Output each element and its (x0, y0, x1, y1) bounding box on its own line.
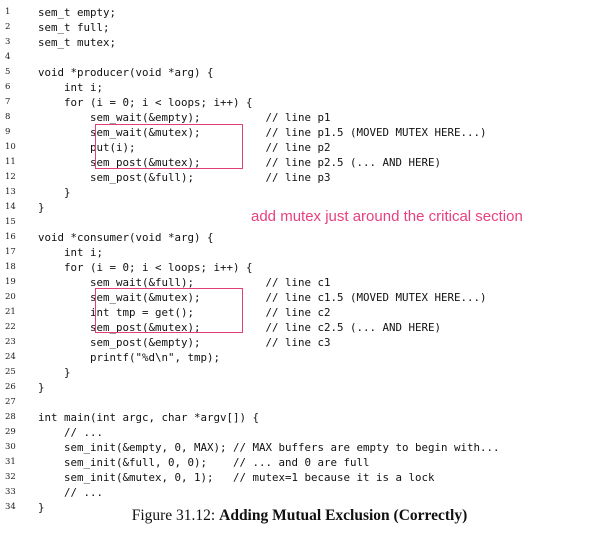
code-line: 8 sem_wait(&empty); // line p1 (0, 110, 599, 125)
code-line: 20 sem_wait(&mutex); // line c1.5 (MOVED… (0, 290, 599, 305)
code-line: 18 for (i = 0; i < loops; i++) { (0, 260, 599, 275)
code-text: sem_t full; (38, 21, 110, 34)
code-text: } (38, 366, 71, 379)
code-line: 2 sem_t full; (0, 20, 599, 35)
figure-label: Figure 31.12: (131, 507, 216, 524)
line-number: 23 (5, 337, 16, 347)
figure-caption: Figure 31.12: Adding Mutual Exclusion (C… (0, 507, 599, 525)
code-line: 5 void *producer(void *arg) { (0, 65, 599, 80)
code-text: // ... (38, 426, 104, 439)
code-line: 4 (0, 50, 599, 65)
line-number: 18 (5, 262, 16, 272)
code-line: 33 // ... (0, 485, 599, 500)
line-number: 21 (5, 307, 16, 317)
code-line: 29 // ... (0, 425, 599, 440)
code-line: 9 sem_wait(&mutex); // line p1.5 (MOVED … (0, 125, 599, 140)
code-line: 17 int i; (0, 245, 599, 260)
code-line: 16 void *consumer(void *arg) { (0, 230, 599, 245)
line-number: 30 (5, 442, 16, 452)
code-text: } (38, 186, 71, 199)
code-line: 1 sem_t empty; (0, 5, 599, 20)
code-text: int i; (38, 81, 104, 94)
line-number: 20 (5, 292, 16, 302)
code-text: printf("%d\n", tmp); (38, 351, 221, 364)
line-number: 9 (5, 127, 11, 137)
line-number: 14 (5, 202, 16, 212)
producer-critical-section-highlight (95, 124, 243, 169)
line-number: 25 (5, 367, 16, 377)
consumer-critical-section-highlight (95, 288, 243, 333)
line-number: 8 (5, 112, 11, 122)
figure-title: Adding Mutual Exclusion (Correctly) (219, 507, 468, 524)
line-number: 17 (5, 247, 16, 257)
line-number: 5 (5, 67, 11, 77)
line-number: 27 (5, 397, 16, 407)
code-line: 25 } (0, 365, 599, 380)
line-number: 2 (5, 22, 11, 32)
code-text: sem_wait(&empty); // line p1 (38, 111, 331, 124)
line-number: 12 (5, 172, 16, 182)
code-line: 26} (0, 380, 599, 395)
code-text: sem_t empty; (38, 6, 117, 19)
line-number: 13 (5, 187, 16, 197)
code-line: 27 (0, 395, 599, 410)
code-text: sem_t mutex; (38, 36, 117, 49)
code-text: sem_post(&empty); // line c3 (38, 336, 331, 349)
code-line: 13 } (0, 185, 599, 200)
code-line: 12 sem_post(&full); // line p3 (0, 170, 599, 185)
line-number: 7 (5, 97, 11, 107)
line-number: 4 (5, 52, 11, 62)
line-number: 11 (5, 157, 16, 167)
code-text: int main(int argc, char *argv[]) { (38, 411, 260, 424)
line-number: 28 (5, 412, 16, 422)
critical-section-annotation: add mutex just around the critical secti… (251, 208, 523, 225)
code-line: 30 sem_init(&empty, 0, MAX); // MAX buff… (0, 440, 599, 455)
code-line: 11 sem_post(&mutex); // line p2.5 (... A… (0, 155, 599, 170)
code-line: 22 sem_post(&mutex); // line c2.5 (... A… (0, 320, 599, 335)
line-number: 31 (5, 457, 16, 467)
code-text: sem_init(&full, 0, 0); // ... and 0 are … (38, 456, 370, 469)
code-text: sem_init(&empty, 0, MAX); // MAX buffers… (38, 441, 500, 454)
code-line: 23 sem_post(&empty); // line c3 (0, 335, 599, 350)
line-number: 16 (5, 232, 16, 242)
line-number: 26 (5, 382, 16, 392)
code-text: void *producer(void *arg) { (38, 66, 214, 79)
line-number: 19 (5, 277, 16, 287)
code-text: for (i = 0; i < loops; i++) { (38, 261, 253, 274)
code-line: 28 int main(int argc, char *argv[]) { (0, 410, 599, 425)
line-number: 22 (5, 322, 16, 332)
code-line: 32 sem_init(&mutex, 0, 1); // mutex=1 be… (0, 470, 599, 485)
line-number: 6 (5, 82, 11, 92)
line-number: 10 (5, 142, 16, 152)
line-number: 33 (5, 487, 16, 497)
line-number: 3 (5, 37, 11, 47)
code-text: for (i = 0; i < loops; i++) { (38, 96, 253, 109)
code-line: 21 int tmp = get(); // line c2 (0, 305, 599, 320)
code-text: } (38, 201, 45, 214)
code-line: 3 sem_t mutex; (0, 35, 599, 50)
line-number: 15 (5, 217, 16, 227)
code-text: // ... (38, 486, 104, 499)
line-number: 29 (5, 427, 16, 437)
code-text: } (38, 381, 45, 394)
line-number: 32 (5, 472, 16, 482)
code-text: sem_init(&mutex, 0, 1); // mutex=1 becau… (38, 471, 435, 484)
code-text: void *consumer(void *arg) { (38, 231, 214, 244)
code-line: 24 printf("%d\n", tmp); (0, 350, 599, 365)
code-line: 10 put(i); // line p2 (0, 140, 599, 155)
line-number: 1 (5, 7, 11, 17)
code-text: int i; (38, 246, 104, 259)
code-line: 31 sem_init(&full, 0, 0); // ... and 0 a… (0, 455, 599, 470)
code-line: 6 int i; (0, 80, 599, 95)
code-line: 7 for (i = 0; i < loops; i++) { (0, 95, 599, 110)
code-text: sem_post(&full); // line p3 (38, 171, 331, 184)
code-line: 19 sem_wait(&full); // line c1 (0, 275, 599, 290)
line-number: 24 (5, 352, 16, 362)
